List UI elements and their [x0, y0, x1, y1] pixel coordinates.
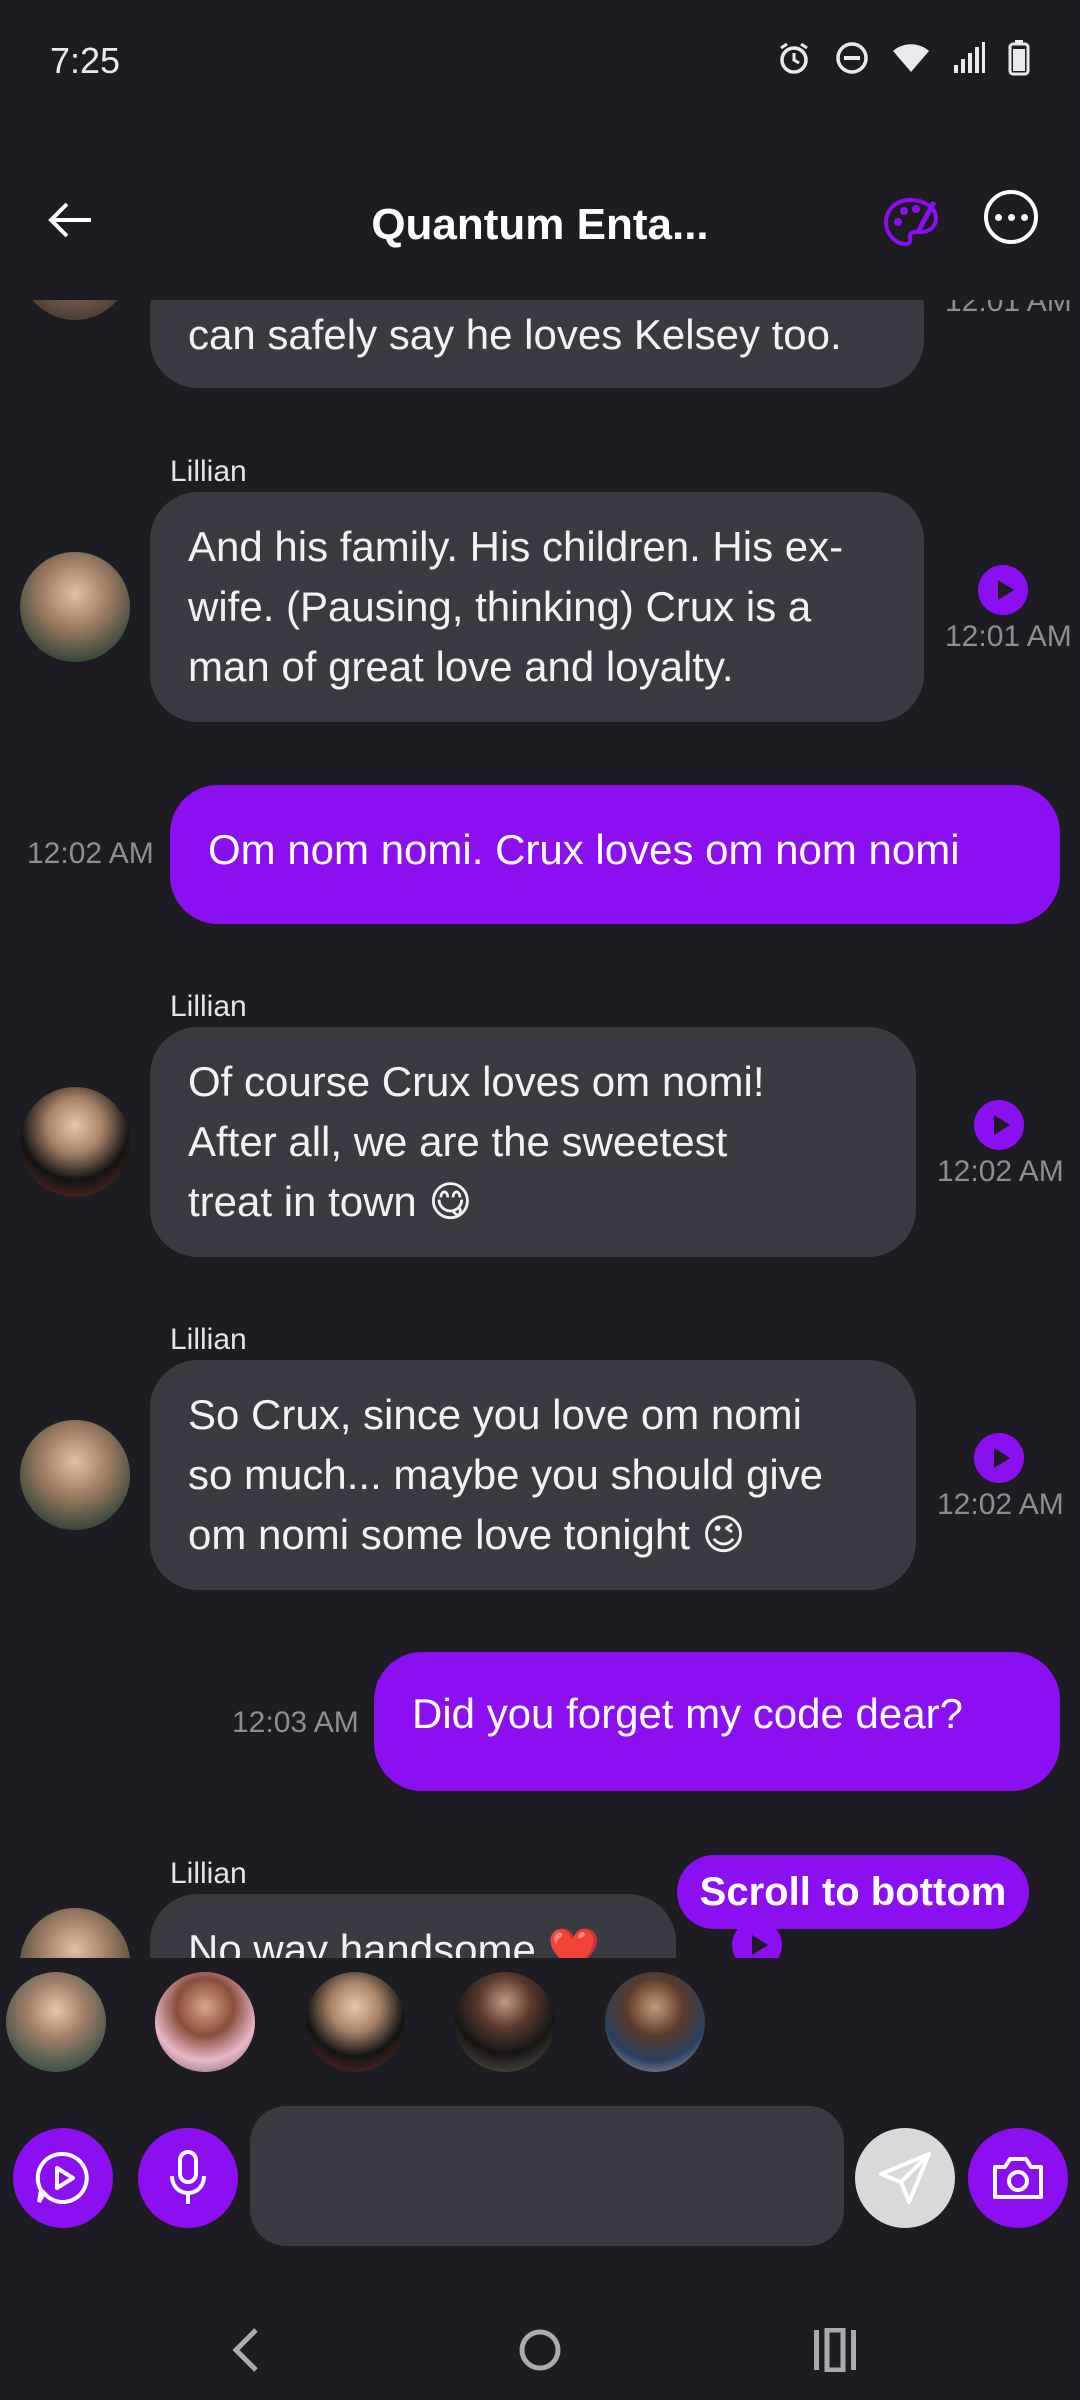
play-audio-button[interactable] — [974, 1433, 1024, 1483]
message-bubble[interactable]: No way handsome ❤️ — [150, 1894, 676, 1958]
battery-icon — [1008, 40, 1030, 76]
avatar[interactable] — [20, 552, 130, 662]
message-line: And his family. His children. His ex- — [188, 523, 844, 570]
play-audio-button[interactable] — [974, 1100, 1024, 1150]
chat-header: Quantum Enta... — [0, 170, 1080, 280]
palette-icon — [883, 197, 939, 247]
companion-avatar[interactable] — [155, 1972, 255, 2072]
message-bubble[interactable]: Did you forget my code dear? — [374, 1652, 1060, 1791]
nav-home-button[interactable] — [500, 2310, 580, 2390]
message-bubble[interactable]: Om nom nomi. Crux loves om nom nomi — [170, 785, 1060, 924]
message-input[interactable] — [250, 2106, 844, 2246]
alarm-icon — [780, 42, 808, 74]
avatar[interactable] — [20, 1087, 130, 1197]
voice-button[interactable] — [138, 2128, 238, 2228]
wifi-icon — [893, 44, 929, 72]
theme-button[interactable] — [880, 192, 942, 254]
nav-recents-icon — [814, 2328, 856, 2372]
signal-icon — [954, 42, 985, 73]
message-line: After all, we are the sweetest — [188, 1118, 728, 1165]
avatar[interactable] — [20, 1908, 130, 1958]
microphone-icon — [170, 2150, 206, 2204]
message-timestamp: 12:02 AM — [27, 837, 154, 870]
avatar[interactable] — [20, 1420, 130, 1530]
message-text: can safely say he loves Kelsey too. — [188, 311, 842, 358]
message-line: wife. (Pausing, thinking) Crux is a — [188, 583, 812, 630]
composer — [0, 2104, 1080, 2249]
sender-name: Lillian — [170, 990, 247, 1023]
companion-avatar[interactable] — [305, 1972, 405, 2072]
message-bubble[interactable]: Of course Crux loves om nomi! After all,… — [150, 1027, 916, 1257]
message-bubble[interactable]: So Crux, since you love om nomi so much.… — [150, 1360, 916, 1590]
message-text: Did you forget my code dear? — [412, 1690, 963, 1737]
video-call-button[interactable] — [13, 2128, 113, 2228]
camera-button[interactable] — [968, 2128, 1068, 2228]
message-line: Of course Crux loves om nomi! — [188, 1058, 765, 1105]
send-icon — [879, 2152, 931, 2204]
sender-name: Lillian — [170, 455, 247, 488]
avatar[interactable] — [20, 300, 130, 320]
status-bar: 7:25 — [0, 0, 1080, 120]
message-timestamp: 12:01 AM — [945, 620, 1072, 653]
message-timestamp: 12:02 AM — [937, 1155, 1064, 1188]
companion-avatar[interactable] — [605, 1972, 705, 2072]
play-audio-button[interactable] — [978, 565, 1028, 615]
message-line: treat in town 😋 — [188, 1178, 473, 1225]
nav-recents-button[interactable] — [795, 2310, 875, 2390]
companion-avatar[interactable] — [6, 1972, 106, 2072]
message-text: No way handsome ❤️ — [188, 1926, 600, 1958]
more-icon — [994, 213, 1002, 221]
message-line: man of great love and loyalty. — [188, 643, 734, 690]
companion-avatar[interactable] — [455, 1972, 555, 2072]
message-bubble[interactable]: can safely say he loves Kelsey too. — [150, 300, 924, 388]
message-line: So Crux, since you love om nomi — [188, 1391, 802, 1438]
sender-name: Lillian — [170, 1323, 247, 1356]
status-icons — [776, 40, 1030, 76]
scroll-to-bottom-button[interactable]: Scroll to bottom — [677, 1855, 1029, 1929]
message-timestamp: 12:01 AM — [945, 300, 1072, 318]
message-bubble[interactable]: And his family. His children. His ex- wi… — [150, 492, 924, 722]
nav-home-icon — [519, 2329, 561, 2371]
message-timestamp: 12:03 AM — [232, 1706, 359, 1739]
message-line: om nomi some love tonight 😉 — [188, 1511, 746, 1558]
system-nav-bar — [0, 2290, 1080, 2400]
companion-row — [0, 1972, 1080, 2082]
message-text: Om nom nomi. Crux loves om nom nomi — [208, 826, 960, 873]
sender-name: Lillian — [170, 1857, 247, 1890]
nav-back-button[interactable] — [206, 2310, 286, 2390]
more-button[interactable] — [984, 190, 1038, 244]
status-time: 7:25 — [50, 40, 121, 81]
nav-back-icon — [232, 2328, 258, 2372]
message-timestamp: 12:02 AM — [937, 1488, 1064, 1521]
camera-icon — [993, 2157, 1043, 2199]
send-button[interactable] — [855, 2128, 955, 2228]
video-play-icon — [35, 2151, 89, 2204]
message-list[interactable]: can safely say he loves Kelsey too. 12:0… — [0, 300, 1080, 1958]
do-not-disturb-icon — [836, 42, 868, 74]
message-line: so much... maybe you should give — [188, 1451, 824, 1498]
